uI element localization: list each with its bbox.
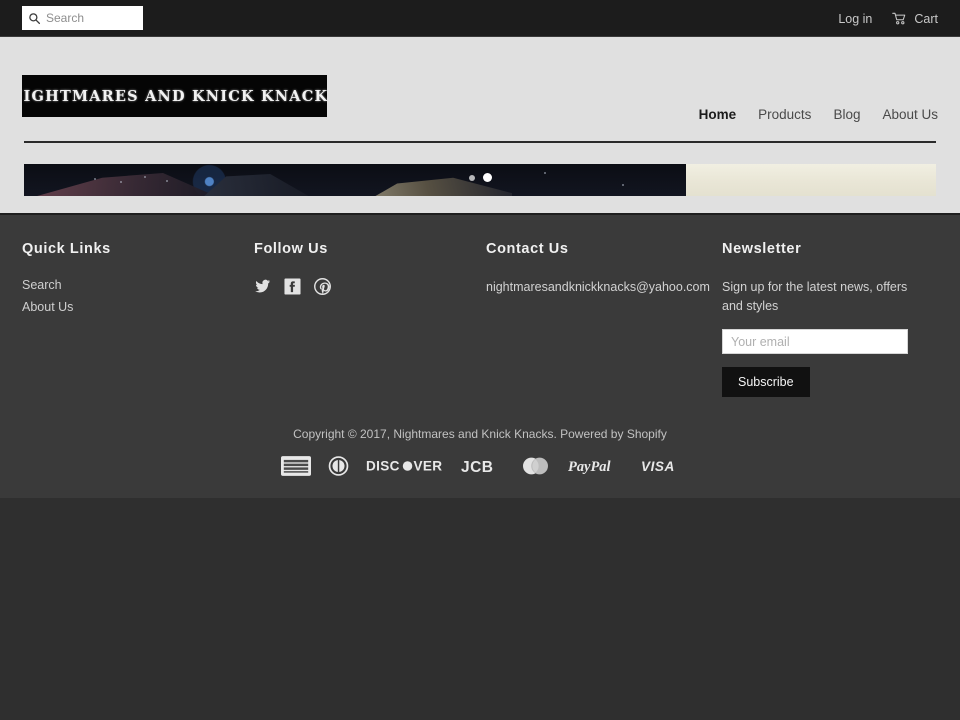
nav-item-blog[interactable]: Blog — [833, 107, 860, 122]
facebook-icon[interactable] — [284, 278, 301, 295]
social-links — [254, 278, 470, 295]
subscribe-button[interactable]: Subscribe — [722, 367, 810, 397]
newsletter-description: Sign up for the latest news, offers and … — [722, 280, 908, 313]
header-divider — [24, 141, 936, 143]
search-input[interactable] — [46, 11, 138, 25]
follow-us-title: Follow Us — [254, 241, 328, 257]
logo-text: NIGHTMARES AND KNICK KNACKS — [22, 87, 327, 105]
cart-link[interactable]: Cart — [892, 12, 938, 26]
slide-speck — [622, 184, 624, 186]
search-icon — [29, 12, 41, 24]
svg-text:PayPal: PayPal — [568, 459, 611, 475]
login-label: Log in — [838, 11, 873, 26]
nav-item-home[interactable]: Home — [699, 107, 737, 122]
svg-text:VISA: VISA — [641, 459, 675, 474]
mastercard-icon — [523, 457, 548, 475]
footer-column-follow-us: Follow Us — [254, 241, 486, 295]
svg-text:VER: VER — [413, 459, 442, 474]
page-body: NIGHTMARES AND KNICK KNACKS Home Product… — [0, 37, 960, 213]
footer-column-contact-us: Contact Us nightmaresandknickknacks@yaho… — [486, 241, 722, 297]
top-utility-links: Log in Cart — [838, 0, 938, 37]
newsletter-title: Newsletter — [722, 241, 802, 257]
jcb-icon: JCB — [461, 459, 493, 476]
site-footer: Quick Links Search About Us Follow Us Co… — [0, 213, 960, 498]
footer-link-about-us[interactable]: About Us — [22, 300, 238, 314]
login-link[interactable]: Log in — [838, 12, 872, 26]
footer-column-quick-links: Quick Links Search About Us — [22, 241, 254, 322]
american-express-icon — [281, 456, 311, 476]
footer-columns: Quick Links Search About Us Follow Us Co… — [0, 241, 960, 397]
twitter-icon[interactable] — [254, 278, 271, 295]
cart-label: Cart — [914, 11, 938, 26]
discover-icon: DISC VER — [366, 459, 442, 474]
slide-dot-1[interactable] — [468, 174, 475, 181]
site-header: NIGHTMARES AND KNICK KNACKS Home Product… — [0, 37, 960, 141]
quick-links-title: Quick Links — [22, 241, 111, 257]
nav-item-about-us[interactable]: About Us — [882, 107, 938, 122]
pinterest-icon[interactable] — [314, 278, 331, 295]
visa-icon: VISA — [641, 459, 675, 474]
footer-column-newsletter: Newsletter Sign up for the latest news, … — [722, 241, 936, 397]
paypal-icon: PayPal — [568, 459, 611, 475]
contact-us-title: Contact Us — [486, 241, 569, 257]
copyright-text: Copyright © 2017, Nightmares and Knick K… — [293, 427, 667, 441]
contact-email: nightmaresandknickknacks@yahoo.com — [486, 280, 710, 294]
search-box[interactable] — [22, 6, 143, 30]
footer-link-search[interactable]: Search — [22, 278, 238, 292]
slideshow-pagination — [24, 173, 936, 182]
payment-methods: DISC VER JCB PayPal VISA — [0, 456, 960, 498]
nav-item-products[interactable]: Products — [758, 107, 811, 122]
svg-text:DISC: DISC — [366, 459, 400, 474]
cart-icon — [892, 12, 906, 25]
site-logo[interactable]: NIGHTMARES AND KNICK KNACKS — [22, 75, 327, 117]
slide-dot-2[interactable] — [482, 173, 492, 182]
main-navigation: Home Products Blog About Us — [699, 107, 938, 122]
hero-slideshow[interactable] — [24, 164, 936, 196]
diners-club-icon — [328, 456, 349, 476]
svg-text:JCB: JCB — [461, 459, 493, 476]
newsletter-email-input[interactable] — [722, 329, 908, 354]
top-utility-bar: Log in Cart — [0, 0, 960, 37]
